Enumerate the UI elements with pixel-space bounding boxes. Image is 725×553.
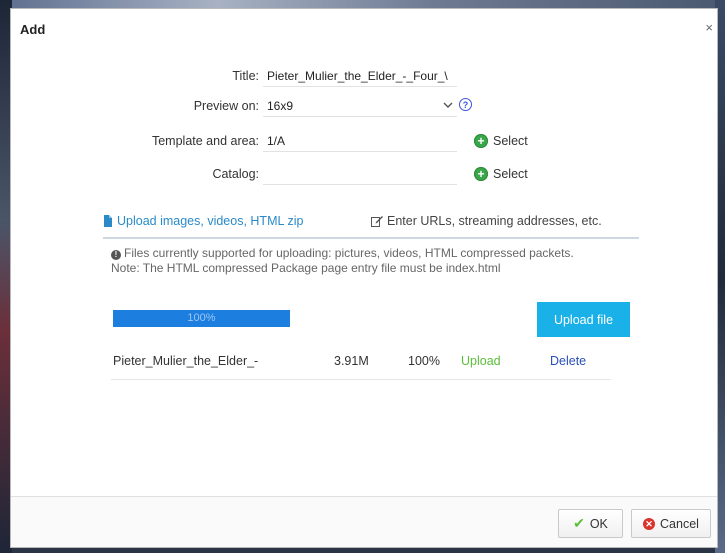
- info-line-1-text: Files currently supported for uploading:…: [124, 246, 574, 260]
- preview-row: Preview on: 16x9 ?: [11, 95, 711, 117]
- ok-button[interactable]: ✔ OK: [558, 509, 623, 538]
- catalog-select-button[interactable]: + Select: [474, 165, 528, 183]
- cancel-button[interactable]: ✕ Cancel: [631, 509, 711, 538]
- template-select-label: Select: [493, 134, 528, 148]
- plus-icon: +: [474, 134, 488, 148]
- catalog-row: Catalog: + Select: [11, 163, 711, 185]
- tab-urls[interactable]: Enter URLs, streaming addresses, etc.: [371, 211, 602, 231]
- dialog-footer: ✔ OK ✕ Cancel: [11, 496, 717, 547]
- upload-tabs: Upload images, videos, HTML zip Enter UR…: [103, 205, 639, 239]
- tab-upload-label: Upload images, videos, HTML zip: [117, 214, 304, 228]
- preview-label: Preview on:: [193, 99, 259, 113]
- info-line-1: ! Files currently supported for uploading…: [111, 246, 611, 261]
- catalog-label: Catalog:: [212, 167, 259, 181]
- file-name: Pieter_Mulier_the_Elder_-: [113, 354, 259, 368]
- preview-select[interactable]: 16x9: [263, 95, 457, 117]
- upload-progress-bar: 100%: [113, 310, 290, 327]
- upload-info: ! Files currently supported for uploading…: [111, 246, 611, 276]
- title-label: Title:: [232, 69, 259, 83]
- file-percent: 100%: [408, 354, 440, 368]
- close-icon[interactable]: ×: [705, 21, 713, 35]
- preview-select-value: 16x9: [267, 99, 294, 113]
- file-status-link[interactable]: Upload: [461, 354, 501, 368]
- catalog-input[interactable]: [263, 163, 457, 185]
- template-label: Template and area:: [151, 134, 259, 148]
- tab-upload[interactable]: Upload images, videos, HTML zip: [103, 211, 303, 231]
- add-dialog: Add × Title: Preview on: 16x9 ? Template…: [10, 8, 718, 548]
- check-icon: ✔: [573, 515, 585, 531]
- catalog-select-label: Select: [493, 167, 528, 181]
- help-icon[interactable]: ?: [459, 98, 472, 111]
- chevron-down-icon: [443, 102, 453, 108]
- file-icon: [104, 215, 112, 227]
- dialog-title: Add: [20, 22, 46, 37]
- table-row: Pieter_Mulier_the_Elder_- 3.91M 100% Upl…: [111, 347, 611, 380]
- template-select-button[interactable]: + Select: [474, 132, 528, 150]
- cancel-button-label: Cancel: [660, 516, 699, 531]
- upload-progress-label: 100%: [187, 312, 216, 324]
- ok-button-label: OK: [589, 516, 608, 531]
- title-row: Title:: [11, 65, 711, 87]
- dialog-titlebar: Add ×: [11, 9, 717, 45]
- template-input[interactable]: [263, 130, 457, 152]
- file-size: 3.91M: [334, 354, 369, 368]
- tab-urls-label: Enter URLs, streaming addresses, etc.: [387, 214, 602, 228]
- cancel-icon: ✕: [643, 517, 656, 530]
- template-row: Template and area: + Select: [11, 130, 711, 152]
- info-icon: !: [111, 250, 121, 260]
- file-delete-link[interactable]: Delete: [550, 354, 586, 368]
- title-input[interactable]: [263, 65, 457, 87]
- upload-file-button[interactable]: Upload file: [537, 302, 630, 337]
- edit-icon: [371, 216, 383, 227]
- plus-icon: +: [474, 167, 488, 181]
- info-line-2: Note: The HTML compressed Package page e…: [111, 261, 501, 275]
